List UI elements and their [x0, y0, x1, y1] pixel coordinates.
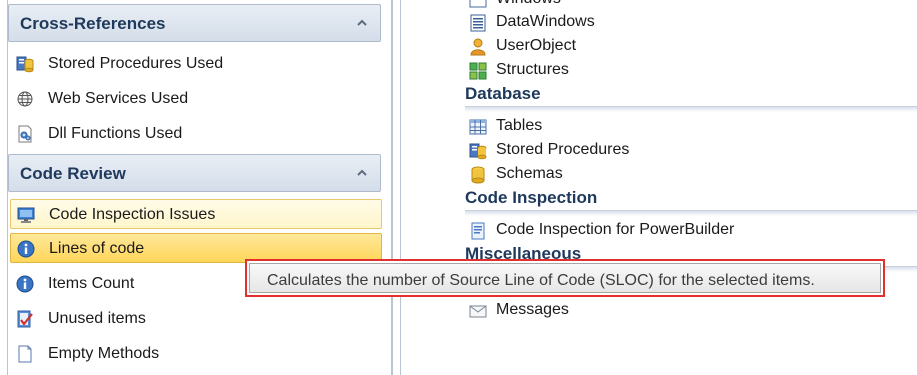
- left-panel: Cross-References Stored Procedures Used: [0, 0, 393, 375]
- list-item-label: Stored Procedures Used: [48, 55, 224, 72]
- chevron-up-icon[interactable]: [354, 165, 370, 181]
- list-item-unused-items[interactable]: Unused items: [10, 304, 382, 334]
- code-inspection-icon: [469, 222, 487, 240]
- group-header-cross-references[interactable]: Cross-References: [8, 4, 381, 42]
- group-title: Cross-References: [20, 14, 166, 33]
- tooltip: Calculates the number of Source Line of …: [245, 259, 885, 297]
- list-item-label: Empty Methods: [48, 345, 160, 362]
- tree-item-label: Schemas: [496, 165, 563, 182]
- list-item-code-inspection-issues[interactable]: Code Inspection Issues: [10, 199, 382, 229]
- checklist-icon: [16, 310, 34, 328]
- tree-item-label: Tables: [496, 117, 543, 134]
- tree-item-label: Messages: [496, 301, 569, 318]
- section-title-code-inspection: Code Inspection: [465, 188, 598, 207]
- list-item-label: Lines of code: [49, 240, 145, 257]
- userobject-icon: [469, 38, 487, 56]
- document-icon: [16, 345, 34, 363]
- tree-item-label: Stored Procedures: [496, 141, 630, 158]
- dll-icon: [16, 125, 34, 143]
- list-item-empty-methods[interactable]: Empty Methods: [10, 339, 382, 369]
- section-divider: [465, 106, 917, 112]
- tooltip-text: Calculates the number of Source Line of …: [267, 272, 815, 289]
- stored-procedure-icon: [16, 55, 34, 73]
- tree-item-label: UserObject: [496, 37, 577, 54]
- info-icon: [16, 275, 34, 293]
- stored-procedure-icon: [469, 142, 487, 160]
- envelope-icon: [469, 302, 487, 320]
- list-item-label: Dll Functions Used: [48, 125, 183, 142]
- list-item-label: Items Count: [48, 275, 135, 292]
- tooltip-body: Calculates the number of Source Line of …: [249, 263, 881, 293]
- monitor-icon: [17, 206, 35, 224]
- group-header-code-review[interactable]: Code Review: [8, 154, 381, 192]
- list-item-label: Web Services Used: [48, 90, 189, 107]
- tree-item-label: Windows: [496, 0, 561, 8]
- tree-item-label: Code Inspection for PowerBuilder: [496, 221, 735, 238]
- table-icon: [469, 118, 487, 136]
- window-icon: [469, 0, 487, 9]
- tree-item-label: DataWindows: [496, 13, 595, 30]
- list-item-dll-functions-used[interactable]: Dll Functions Used: [10, 119, 382, 149]
- section-divider: [465, 210, 917, 216]
- list-item-label: Code Inspection Issues: [49, 206, 216, 223]
- schema-icon: [469, 166, 487, 184]
- tree-item-label: Structures: [496, 61, 569, 78]
- datawindow-icon: [469, 14, 487, 32]
- right-panel: Windows DataWindows UserObject: [400, 0, 917, 375]
- group-title: Code Review: [20, 164, 126, 183]
- info-icon: [17, 240, 35, 258]
- chevron-up-icon[interactable]: [354, 15, 370, 31]
- list-item-web-services-used[interactable]: Web Services Used: [10, 84, 382, 114]
- list-item-stored-procedures-used[interactable]: Stored Procedures Used: [10, 49, 382, 79]
- section-title-database: Database: [465, 84, 541, 103]
- structure-icon: [469, 62, 487, 80]
- list-item-label: Unused items: [48, 310, 146, 327]
- web-service-icon: [16, 90, 34, 108]
